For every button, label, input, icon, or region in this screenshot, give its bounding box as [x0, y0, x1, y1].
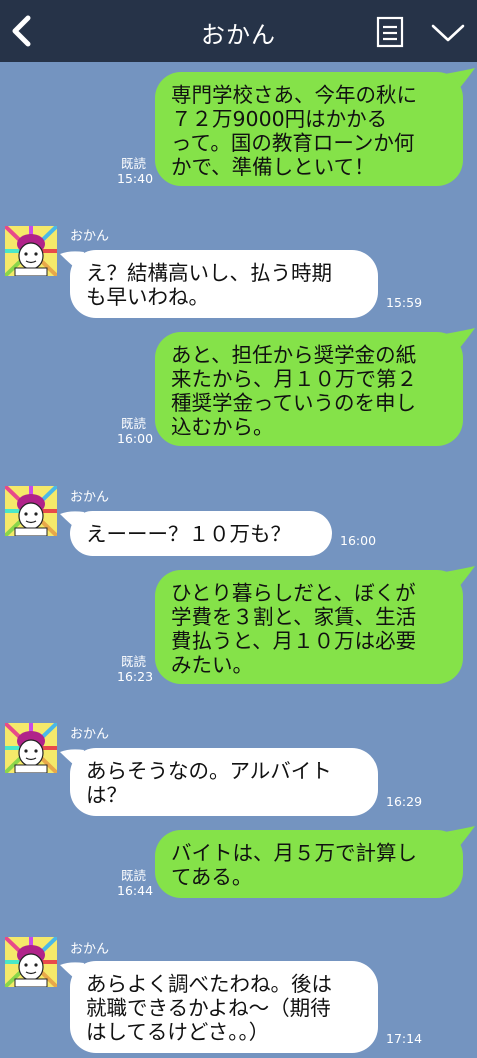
message-bubble-received: あらそうなの。アルバイト は？ — [70, 748, 378, 816]
message-time: 16:23 — [117, 669, 154, 684]
message-time: 16:00 — [117, 431, 154, 446]
message-time: 16:00 — [340, 533, 377, 548]
message-time: 17:14 — [386, 1031, 423, 1046]
message-bubble-received: あらよく調べたわね。後は 就職できるかよね〜（期待 はしてるけどさ。。） — [70, 961, 378, 1053]
message-bubble-sent: ひとり暮らしだと、ぼくが 学費を３割と、家賃、生活 費払うと、月１０万は必要 み… — [155, 570, 463, 684]
read-status: 既読 — [120, 416, 146, 431]
avatar[interactable] — [5, 486, 57, 536]
read-status: 既読 — [120, 156, 146, 171]
message-bubble-received: え？結構高いし、払う時期 も早いわね。 — [70, 250, 378, 318]
message-bubble-received: えーーー？１０万も？ — [70, 511, 332, 556]
message-bubble-sent: 専門学校さあ、今年の秋に ７２万9000円はかかる って。国の教育ローンか何 か… — [155, 72, 463, 186]
sender-name: おかん — [70, 727, 110, 742]
message-time: 16:29 — [386, 794, 423, 809]
avatar[interactable] — [5, 226, 57, 276]
message-bubble-sent: バイトは、月５万で計算し てある。 — [155, 830, 463, 898]
chat-header: おかん — [0, 0, 477, 62]
sender-name: おかん — [70, 229, 110, 244]
avatar[interactable] — [5, 723, 57, 773]
list-icon[interactable] — [376, 16, 404, 48]
avatar[interactable] — [5, 937, 57, 987]
chat-title: おかん — [201, 21, 276, 49]
message-time: 16:44 — [117, 883, 154, 898]
sender-name: おかん — [70, 942, 110, 957]
sender-name: おかん — [70, 490, 110, 505]
message-time: 15:59 — [386, 295, 423, 310]
message-time: 15:40 — [117, 171, 154, 186]
read-status: 既読 — [120, 868, 146, 883]
message-bubble-sent: あと、担任から奨学金の紙 来たから、月１０万で第２ 種奨学金っていうのを申し 込… — [155, 332, 463, 446]
read-status: 既読 — [120, 654, 146, 669]
chevron-down-icon[interactable] — [430, 20, 466, 46]
